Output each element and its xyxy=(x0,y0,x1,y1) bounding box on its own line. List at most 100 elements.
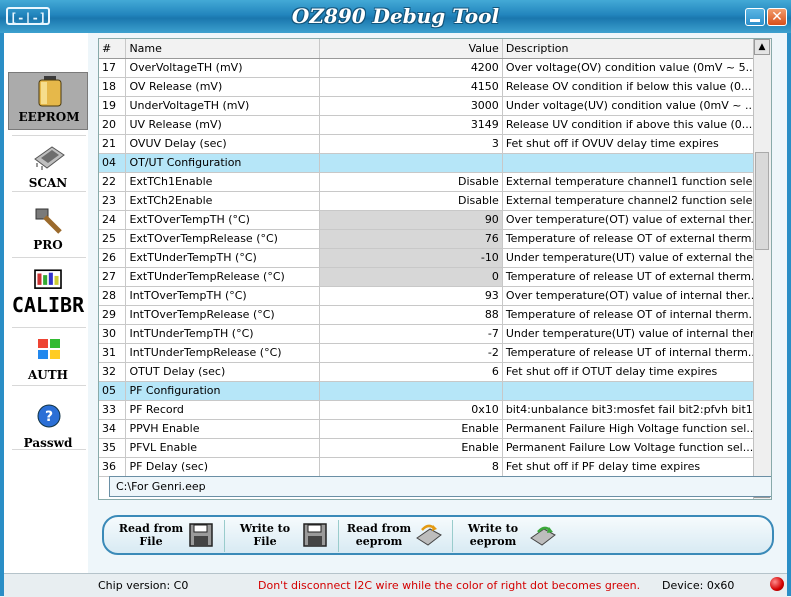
write-to-eeprom-button[interactable]: Write to eeprom xyxy=(454,520,566,552)
cell-value[interactable]: Enable xyxy=(319,419,503,439)
floppy-write-icon xyxy=(303,523,327,547)
table-row[interactable]: 25 ExtTOverTempRelease (°C) 76 Temperature … xyxy=(99,229,771,249)
table-row[interactable]: 18 OV Release (mV) 4150 Release OV conditio… xyxy=(99,77,771,97)
cell-value[interactable] xyxy=(319,381,503,401)
cell-value[interactable]: 3000 xyxy=(319,96,503,116)
read-from-file-button[interactable]: Read from File xyxy=(112,520,225,552)
table-row[interactable]: 33 PF Record 0x10 bit4:unbalance bit3:mosfe… xyxy=(99,400,771,420)
action-toolbar: Read from File Write to File Read from e… xyxy=(102,515,774,555)
column-header-name[interactable]: Name xyxy=(125,39,320,59)
button-label: Read from File xyxy=(118,522,184,548)
cell-value[interactable]: 0 xyxy=(319,267,503,287)
cell-value[interactable]: 90 xyxy=(319,210,503,230)
section-row[interactable]: 05 PF Configuration xyxy=(99,381,771,401)
chip-icon xyxy=(34,146,65,170)
cell-number: 23 xyxy=(99,191,127,211)
column-header-number[interactable]: # xyxy=(99,39,127,59)
cell-value[interactable]: -2 xyxy=(319,343,503,363)
table-row[interactable]: 36 PF Delay (sec) 8 Fet shut off if PF dela… xyxy=(99,457,771,477)
cell-number: 29 xyxy=(99,305,127,325)
scroll-thumb[interactable] xyxy=(755,152,769,250)
cell-value[interactable]: 3149 xyxy=(319,115,503,135)
scroll-up-button[interactable]: ▲ xyxy=(754,39,770,55)
sidebar-item-label: EEPROM xyxy=(18,110,80,124)
cell-value[interactable]: Enable xyxy=(319,438,503,458)
cell-value[interactable] xyxy=(319,153,503,173)
cell-value[interactable]: -10 xyxy=(319,248,503,268)
cell-value[interactable]: 8 xyxy=(319,457,503,477)
cell-description: Temperature of release OT of external th… xyxy=(502,229,771,249)
table-row[interactable]: 20 UV Release (mV) 3149 Release UV conditio… xyxy=(99,115,771,135)
vertical-scrollbar[interactable]: ▲ ▼ xyxy=(753,39,771,499)
cell-description xyxy=(502,381,771,401)
cell-number: 27 xyxy=(99,267,127,287)
svg-text:?: ? xyxy=(45,409,53,425)
help-icon: ? xyxy=(37,404,61,428)
sidebar-item-calibr[interactable]: CALIBR xyxy=(8,265,88,325)
cell-value[interactable]: 3 xyxy=(319,134,503,154)
column-header-description[interactable]: Description xyxy=(502,39,771,59)
cell-description: Under voltage(UV) condition value (0mV ~… xyxy=(502,96,771,116)
cell-description: Release OV condition if below this value… xyxy=(502,77,771,97)
cell-value[interactable]: 4200 xyxy=(319,58,503,78)
cell-name: PPVH Enable xyxy=(125,419,320,439)
cell-number: 24 xyxy=(99,210,127,230)
section-row[interactable]: 04 OT/UT Configuration xyxy=(99,153,771,173)
table-row[interactable]: 21 OVUV Delay (sec) 3 Fet shut off if OVUV … xyxy=(99,134,771,154)
button-label: Read from eeprom xyxy=(346,522,412,548)
sidebar-item-label: AUTH xyxy=(27,368,69,382)
cell-value[interactable]: 88 xyxy=(319,305,503,325)
cell-description: Fet shut off if OTUT delay time expires xyxy=(502,362,771,382)
table-row[interactable]: 22 ExtTCh1Enable Disable External temperatu… xyxy=(99,172,771,192)
table-row[interactable]: 24 ExtTOverTempTH (°C) 90 Over temperature(… xyxy=(99,210,771,230)
main-panel: # Name Value Description 17 OverVoltageTH… xyxy=(88,33,787,573)
cell-value[interactable]: 0x10 xyxy=(319,400,503,420)
cell-name: IntTUnderTempTH (°C) xyxy=(125,324,320,344)
parameter-grid[interactable]: # Name Value Description 17 OverVoltageTH… xyxy=(98,38,772,500)
close-button[interactable]: ✕ xyxy=(767,8,787,26)
sidebar-item-scan[interactable]: SCAN xyxy=(8,139,88,197)
table-row[interactable]: 28 IntTOverTempTH (°C) 93 Over temperature(… xyxy=(99,286,771,306)
cell-number: 17 xyxy=(99,58,127,78)
cell-description: Release UV condition if above this value… xyxy=(502,115,771,135)
cell-number: 20 xyxy=(99,115,127,135)
table-header-row: # Name Value Description xyxy=(99,39,771,59)
table-row[interactable]: 31 IntTUnderTempRelease (°C) -2 Temperature… xyxy=(99,343,771,363)
table-row[interactable]: 32 OTUT Delay (sec) 6 Fet shut off if OTUT … xyxy=(99,362,771,382)
table-row[interactable]: 19 UnderVoltageTH (mV) 3000 Under voltage(U… xyxy=(99,96,771,116)
read-from-eeprom-button[interactable]: Read from eeprom xyxy=(340,520,453,552)
cell-value[interactable]: Disable xyxy=(319,191,503,211)
table-row[interactable]: 30 IntTUnderTempTH (°C) -7 Under temperatur… xyxy=(99,324,771,344)
write-to-file-button[interactable]: Write to File xyxy=(226,520,339,552)
cell-number: 30 xyxy=(99,324,127,344)
cell-description xyxy=(502,153,771,173)
warning-message: Don't disconnect I2C wire while the colo… xyxy=(258,579,641,592)
minimize-button[interactable] xyxy=(745,8,765,26)
cell-name: OV Release (mV) xyxy=(125,77,320,97)
table-row[interactable]: 17 OverVoltageTH (mV) 4200 Over voltage(OV)… xyxy=(99,58,771,78)
table-row[interactable]: 34 PPVH Enable Enable Permanent Failure Hig… xyxy=(99,419,771,439)
cell-value[interactable]: 6 xyxy=(319,362,503,382)
cell-description: External temperature channel2 function s… xyxy=(502,191,771,211)
sidebar-item-eeprom[interactable]: EEPROM xyxy=(8,72,88,130)
sidebar-item-pro[interactable]: PRO xyxy=(8,201,88,259)
cell-name: ExtTUnderTempRelease (°C) xyxy=(125,267,320,287)
sidebar-item-auth[interactable]: AUTH xyxy=(8,331,88,389)
column-header-value[interactable]: Value xyxy=(319,39,503,59)
cell-value[interactable]: -7 xyxy=(319,324,503,344)
table-row[interactable]: 29 IntTOverTempRelease (°C) 88 Temperature … xyxy=(99,305,771,325)
cell-number: 18 xyxy=(99,77,127,97)
cell-number: 28 xyxy=(99,286,127,306)
cell-value[interactable]: 4150 xyxy=(319,77,503,97)
cell-value[interactable]: 93 xyxy=(319,286,503,306)
cell-value[interactable]: 76 xyxy=(319,229,503,249)
device-address-label: Device: 0x60 xyxy=(662,579,735,592)
sidebar-item-label: CALIBR xyxy=(11,293,85,317)
cell-value[interactable]: Disable xyxy=(319,172,503,192)
table-row[interactable]: 23 ExtTCh2Enable Disable External temperatu… xyxy=(99,191,771,211)
button-label: Write to eeprom xyxy=(467,522,519,548)
table-row[interactable]: 35 PFVL Enable Enable Permanent Failure Low… xyxy=(99,438,771,458)
connection-status-dot xyxy=(770,577,784,591)
table-row[interactable]: 27 ExtTUnderTempRelease (°C) 0 Temperature … xyxy=(99,267,771,287)
table-row[interactable]: 26 ExtTUnderTempTH (°C) -10 Under temperatu… xyxy=(99,248,771,268)
